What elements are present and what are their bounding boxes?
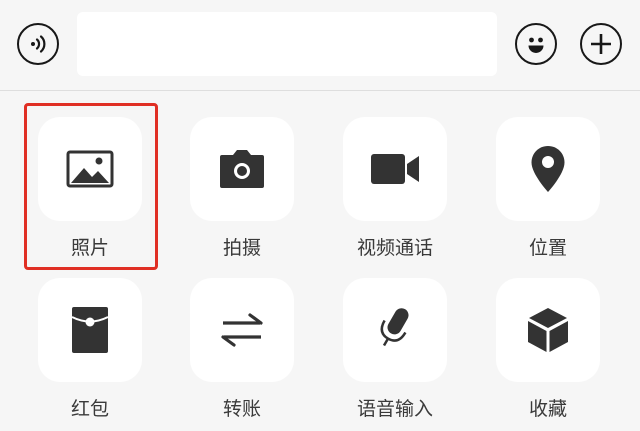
emoji-button[interactable]: [515, 23, 557, 65]
input-bar: [0, 0, 640, 91]
more-button[interactable]: [580, 23, 622, 65]
microphone-icon: [380, 308, 409, 347]
video-call-label: 视频通话: [356, 237, 433, 259]
camera-icon: [220, 150, 264, 188]
message-input[interactable]: [77, 12, 497, 76]
red-packet-button[interactable]: [38, 278, 142, 382]
red-packet-label: 红包: [70, 398, 109, 420]
image-icon: [66, 150, 114, 188]
favorites-button[interactable]: [496, 278, 600, 382]
location-pin-icon: [531, 146, 565, 192]
voice-input-button[interactable]: [343, 278, 447, 382]
location-label: 位置: [528, 237, 567, 259]
transfer-button[interactable]: [190, 278, 294, 382]
cube-icon: [528, 308, 568, 352]
voice-button[interactable]: [17, 23, 59, 65]
video-camera-icon: [371, 154, 419, 184]
transfer-label: 转账: [222, 398, 261, 420]
camera-button[interactable]: [190, 117, 294, 221]
video-call-button[interactable]: [343, 117, 447, 221]
favorites-label: 收藏: [528, 398, 567, 420]
smiley-face-icon: [528, 37, 544, 53]
chat-input-panel: 照片 拍摄 视频通话 位置 红包 转账 语音输入 收藏: [0, 0, 640, 431]
camera-label: 拍摄: [222, 237, 261, 259]
voice-wave-icon: [31, 35, 46, 53]
red-envelope-icon: [71, 307, 109, 353]
location-button[interactable]: [496, 117, 600, 221]
photo-button[interactable]: [38, 117, 142, 221]
voice-input-label: 语音输入: [356, 398, 433, 420]
transfer-arrows-icon: [221, 313, 263, 347]
plus-circle-icon: [591, 34, 611, 54]
photo-label: 照片: [70, 237, 109, 259]
